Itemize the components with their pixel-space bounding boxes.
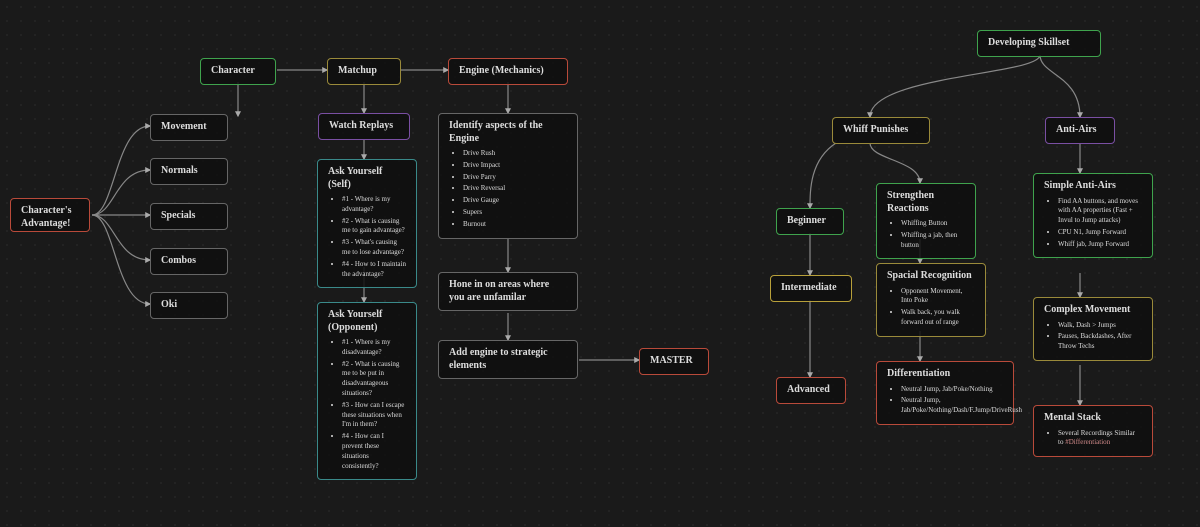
combos-node[interactable]: Combos <box>150 248 228 275</box>
ask-opp-node[interactable]: Ask Yourself (Opponent) #1 - Where is my… <box>317 302 417 480</box>
ask-opp-title: Ask Yourself (Opponent) <box>328 309 406 334</box>
simple-aa-list: Find AA buttons, and moves with AA prope… <box>1044 197 1142 250</box>
ask-self-node[interactable]: Ask Yourself (Self) #1 - Where is my adv… <box>317 159 417 288</box>
character-node[interactable]: Character <box>200 58 276 85</box>
antiairs-node[interactable]: Anti-Airs <box>1045 117 1115 144</box>
spacial-list: Opponent Movement, Into Poke Walk back, … <box>887 287 975 328</box>
mental-stack-link[interactable]: #Differentiation <box>1065 438 1110 446</box>
ask-opp-list: #1 - Where is my disadvantage? #2 - What… <box>328 338 406 471</box>
ask-self-title: Ask Yourself (Self) <box>328 166 406 191</box>
complex-move-title: Complex Movement <box>1044 304 1142 317</box>
ask-self-list: #1 - Where is my advantage? #2 - What is… <box>328 195 406 279</box>
differentiation-title: Differentiation <box>887 368 1003 381</box>
watch-replays-node[interactable]: Watch Replays <box>318 113 410 140</box>
intermediate-node[interactable]: Intermediate <box>770 275 852 302</box>
mental-stack-list: Several Recordings Similar to #Different… <box>1044 429 1142 449</box>
matchup-node[interactable]: Matchup <box>327 58 401 85</box>
simple-aa-node[interactable]: Simple Anti-Airs Find AA buttons, and mo… <box>1033 173 1153 258</box>
oki-node[interactable]: Oki <box>150 292 228 319</box>
mental-stack-node[interactable]: Mental Stack Several Recordings Similar … <box>1033 405 1153 457</box>
differentiation-list: Neutral Jump, Jab/Poke/Nothing Neutral J… <box>887 385 1003 416</box>
complex-move-node[interactable]: Complex Movement Walk, Dash > Jumps Paus… <box>1033 297 1153 361</box>
hone-node[interactable]: Hone in on areas where you are unfamilar <box>438 272 578 311</box>
movement-node[interactable]: Movement <box>150 114 228 141</box>
advanced-node[interactable]: Advanced <box>776 377 846 404</box>
complex-move-list: Walk, Dash > Jumps Pauses, Backdashes, A… <box>1044 321 1142 352</box>
add-engine-node[interactable]: Add engine to strategic elements <box>438 340 578 379</box>
identify-engine-title: Identify aspects of the Engine <box>449 120 567 145</box>
identify-engine-node[interactable]: Identify aspects of the Engine Drive Rus… <box>438 113 578 239</box>
normals-node[interactable]: Normals <box>150 158 228 185</box>
differentiation-node[interactable]: Differentiation Neutral Jump, Jab/Poke/N… <box>876 361 1014 425</box>
strengthen-node[interactable]: Strengthen Reactions Whiffing Button Whi… <box>876 183 976 259</box>
specials-node[interactable]: Specials <box>150 203 228 230</box>
strengthen-title: Strengthen Reactions <box>887 190 965 215</box>
spacial-node[interactable]: Spacial Recognition Opponent Movement, I… <box>876 263 986 337</box>
spacial-title: Spacial Recognition <box>887 270 975 283</box>
engine-node[interactable]: Engine (Mechanics) <box>448 58 568 85</box>
root-node[interactable]: Character's Advantage! <box>10 198 90 232</box>
whiff-node[interactable]: Whiff Punishes <box>832 117 930 144</box>
simple-aa-title: Simple Anti-Airs <box>1044 180 1142 193</box>
beginner-node[interactable]: Beginner <box>776 208 844 235</box>
strengthen-list: Whiffing Button Whiffing a jab, then but… <box>887 219 965 250</box>
mental-stack-title: Mental Stack <box>1044 412 1142 425</box>
skillset-node[interactable]: Developing Skillset <box>977 30 1101 57</box>
master-node[interactable]: MASTER <box>639 348 709 375</box>
identify-engine-list: Drive Rush Drive Impact Drive Parry Driv… <box>449 149 567 230</box>
